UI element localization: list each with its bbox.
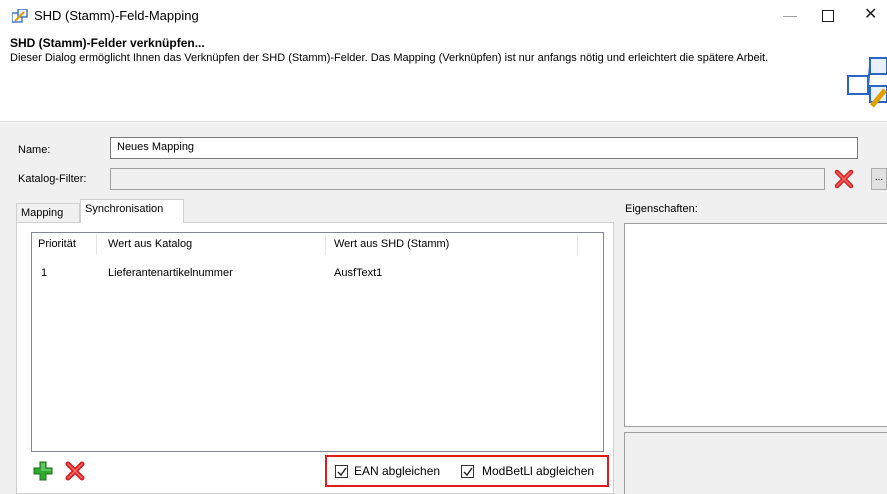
title-bar: SHD (Stamm)-Feld-Mapping — ✕ bbox=[0, 0, 887, 32]
tab-mapping[interactable]: Mapping bbox=[16, 203, 80, 223]
header-title: SHD (Stamm)-Felder verknüpfen... bbox=[10, 36, 205, 50]
properties-grid[interactable] bbox=[624, 223, 887, 427]
close-button[interactable]: ✕ bbox=[858, 4, 887, 26]
modbet-checkbox[interactable] bbox=[461, 465, 474, 478]
ean-label[interactable]: EAN abgleichen bbox=[354, 464, 440, 478]
check-icon bbox=[337, 467, 347, 477]
properties-label: Eigenschaften: bbox=[625, 203, 698, 215]
catalog-filter-input[interactable] bbox=[110, 168, 825, 190]
catalog-filter-label: Katalog-Filter: bbox=[18, 173, 87, 185]
dialog-body: Name: Neues Mapping Katalog-Filter: ... … bbox=[0, 123, 887, 494]
list-header: Priorität Wert aus Katalog Wert aus SHD … bbox=[32, 233, 603, 257]
add-row-button[interactable] bbox=[31, 459, 55, 483]
delete-row-button[interactable] bbox=[63, 459, 87, 483]
synchronisation-panel: Priorität Wert aus Katalog Wert aus SHD … bbox=[16, 222, 614, 494]
minimize-button[interactable]: — bbox=[778, 4, 802, 26]
dialog-header: SHD (Stamm)-Felder verknüpfen... Dieser … bbox=[0, 32, 887, 122]
window-title: SHD (Stamm)-Feld-Mapping bbox=[34, 8, 199, 23]
header-description: Dieser Dialog ermöglicht Ihnen das Verkn… bbox=[10, 52, 769, 64]
ean-checkbox[interactable] bbox=[335, 465, 348, 478]
clear-filter-button[interactable] bbox=[832, 168, 856, 190]
properties-description bbox=[624, 432, 887, 494]
name-label: Name: bbox=[18, 144, 51, 156]
maximize-button[interactable] bbox=[816, 4, 840, 26]
column-header-catalog-value[interactable]: Wert aus Katalog bbox=[108, 238, 192, 250]
mapping-icon bbox=[847, 57, 887, 108]
column-header-shd-value[interactable]: Wert aus SHD (Stamm) bbox=[334, 238, 449, 250]
check-icon bbox=[463, 467, 473, 477]
column-header-priority[interactable]: Priorität bbox=[38, 238, 76, 250]
row-shd-value: AusfText1 bbox=[334, 267, 383, 279]
mapping-app-icon bbox=[12, 9, 28, 23]
sync-list[interactable]: Priorität Wert aus Katalog Wert aus SHD … bbox=[31, 232, 604, 452]
row-priority: 1 bbox=[41, 267, 48, 279]
tab-synchronisation[interactable]: Synchronisation bbox=[80, 199, 184, 223]
modbet-label[interactable]: ModBetLl abgleichen bbox=[482, 464, 594, 478]
sync-options-highlight: EAN abgleichen ModBetLl abgleichen bbox=[325, 455, 609, 487]
browse-filter-button[interactable]: ... bbox=[871, 168, 887, 190]
name-input[interactable]: Neues Mapping bbox=[110, 137, 858, 159]
row-catalog-value: Lieferantenartikelnummer bbox=[108, 267, 233, 279]
